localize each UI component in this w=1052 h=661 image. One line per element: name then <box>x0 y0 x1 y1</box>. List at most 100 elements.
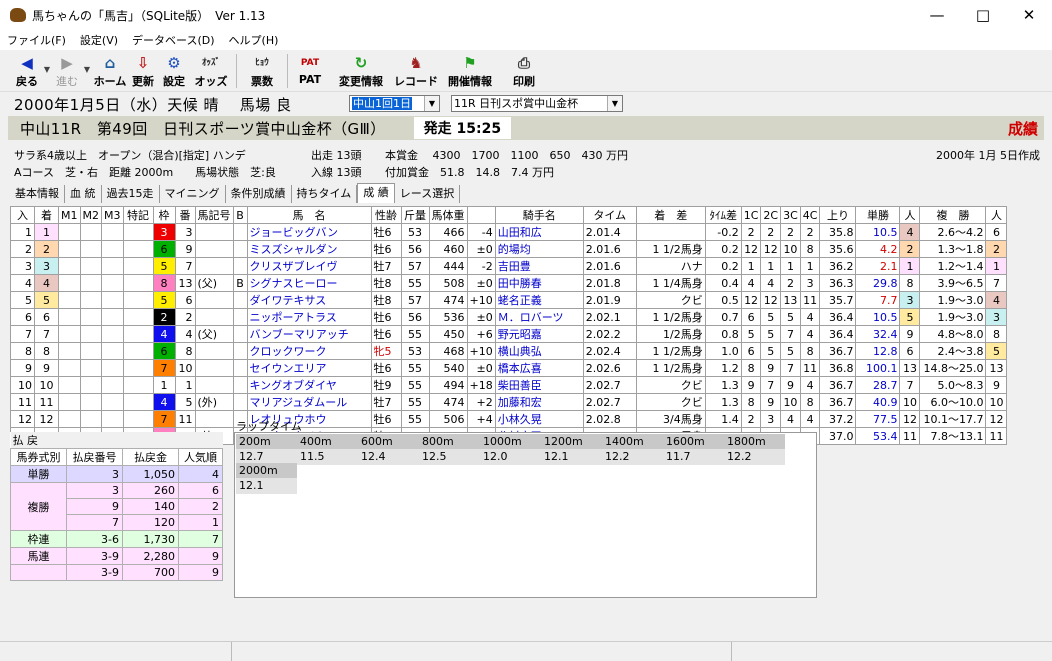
tab-race-select[interactable]: レース選択 <box>395 185 461 203</box>
horse-name: シグナスヒーロー <box>246 274 372 292</box>
sex-age: 牡7 <box>370 257 402 275</box>
home-button[interactable]: ⌂ ホーム <box>92 51 128 91</box>
back-button[interactable]: ◀ 戻る <box>12 51 42 91</box>
column-header[interactable]: M3 <box>101 206 124 224</box>
odds-icon: ｵｯｽﾞ <box>201 58 220 68</box>
tab-condition-results[interactable]: 条件別成績 <box>226 185 292 203</box>
column-header[interactable]: 複 勝 <box>919 206 987 224</box>
weight-carried: 55 <box>400 376 430 394</box>
table-row[interactable]: 2 2 6 9 ミスズシャルダン 牡6 56 460 ±0 的場均 2.01.6 1 1/2馬身 0.2… <box>10 240 1008 258</box>
votes-button[interactable]: ﾋｮｳ 票数 <box>241 51 283 91</box>
payout-row: 単勝 3 1,050 4 <box>10 465 223 483</box>
corner4: 8 <box>799 342 821 360</box>
race-select[interactable]: 11R 日刊スポ賞中山金杯 ▼ <box>451 95 623 112</box>
table-row[interactable]: 10 10 1 1 キングオブダイヤ 牡9 55 494 +18 柴田善臣 2.02.7 クビ 1.3 9… <box>10 376 1008 394</box>
body-weight: 506 <box>428 410 468 428</box>
column-header[interactable]: 人 <box>899 206 921 224</box>
column-header[interactable]: 性齢 <box>370 206 402 224</box>
table-row[interactable]: 9 9 7 10 セイウンエリア 牡6 55 540 ±0 橋本広喜 2.02.6 1 1/2馬身 1.… <box>10 359 1008 377</box>
table-row[interactable]: 4 4 8 13 (父) B シグナスヒーロー 牡8 55 508 ±0 田中勝春 2.01.8 1 1/… <box>10 274 1008 292</box>
table-row[interactable]: 11 11 4 5 (外) マリアジュダムール 牡7 55 474 +2 加藤和宏 2.02.7 クビ 1… <box>10 393 1008 411</box>
toolbar-separator <box>287 54 288 88</box>
close-button[interactable]: ✕ <box>1006 0 1052 30</box>
maximize-button[interactable]: □ <box>960 0 1006 30</box>
column-header[interactable]: タイム <box>582 206 637 224</box>
last-3f: 36.7 <box>819 376 857 394</box>
corner2: 9 <box>760 393 782 411</box>
column-header[interactable]: 3C <box>780 206 801 224</box>
corner3: 13 <box>780 291 801 309</box>
win-odds: 10.5 <box>855 308 901 326</box>
back-dropdown-icon[interactable]: ▼ <box>42 65 52 74</box>
column-header[interactable]: 人 <box>985 206 1008 224</box>
race-time: 2.01.4 <box>582 223 637 241</box>
column-header[interactable]: 1C <box>740 206 762 224</box>
change-info-button[interactable]: ↻ 変更情報 <box>332 51 390 91</box>
column-header[interactable]: 馬体重 <box>428 206 468 224</box>
payout-pay: 120 <box>122 514 179 531</box>
tab-results[interactable]: 成 績 <box>357 183 395 203</box>
kaisai-select[interactable]: 中山1回1日 ▼ <box>349 95 440 112</box>
entry-order: 10 <box>10 376 35 394</box>
update-button[interactable]: ⇩ 更新 <box>128 51 158 91</box>
horse-number: 6 <box>174 291 196 309</box>
place-popularity: 9 <box>985 376 1008 394</box>
menu-file[interactable]: ファイル(F) <box>0 32 73 48</box>
column-header[interactable]: 単勝 <box>855 206 901 224</box>
column-header[interactable]: 着 <box>34 206 59 224</box>
tab-pedigree[interactable]: 血 統 <box>65 185 102 203</box>
column-header[interactable]: 斤量 <box>400 206 430 224</box>
column-header[interactable]: 特記 <box>122 206 154 224</box>
win-popularity: 2 <box>899 240 921 258</box>
table-row[interactable]: 12 12 7 11 レオリュウホウ 牡6 55 506 +4 小林久晃 2.02.8 3/4馬身 1.… <box>10 410 1008 428</box>
forward-dropdown-icon[interactable]: ▼ <box>82 65 92 74</box>
column-header[interactable]: ﾀｲﾑ差 <box>704 206 742 224</box>
horse-symbol <box>194 240 234 258</box>
menu-help[interactable]: ヘルプ(H) <box>222 32 286 48</box>
menu-database[interactable]: データベース(D) <box>125 32 222 48</box>
column-header[interactable]: 馬記号 <box>194 206 234 224</box>
table-row[interactable]: 5 5 5 6 ダイワテキサス 牡8 57 474 +10 蛯名正義 2.01.9 クビ 0.5 12 12… <box>10 291 1008 309</box>
column-header[interactable]: 馬 名 <box>246 206 372 224</box>
print-button[interactable]: ⎙ 印刷 <box>504 51 544 91</box>
table-row[interactable]: 7 7 4 4 (父) バンブーマリアッチ 牡6 55 450 +6 野元昭嘉 2.02.2 1/2馬身… <box>10 325 1008 343</box>
column-header[interactable]: 4C <box>799 206 821 224</box>
tab-best-times[interactable]: 持ちタイム <box>292 185 358 203</box>
win-popularity: 1 <box>899 257 921 275</box>
column-header[interactable]: 番 <box>174 206 196 224</box>
column-header[interactable]: 着 差 <box>635 206 706 224</box>
payout-num: 7 <box>66 514 123 531</box>
column-header[interactable]: M2 <box>79 206 102 224</box>
column-header[interactable] <box>466 206 496 224</box>
record-button[interactable]: ♞ レコード <box>390 51 442 91</box>
waku-number: 4 <box>152 325 176 343</box>
column-header[interactable]: M1 <box>58 206 81 224</box>
column-header[interactable]: B <box>232 206 248 224</box>
table-row[interactable]: 3 3 5 7 クリスザブレイヴ 牡7 57 444 -2 吉田豊 2.01.6 ハナ 0.2 1 1 1 1 3… <box>10 257 1008 275</box>
finish-rank: 1 <box>34 223 59 241</box>
column-header[interactable]: 枠 <box>152 206 176 224</box>
place-popularity: 13 <box>985 359 1008 377</box>
tab-mining[interactable]: マイニング <box>160 185 226 203</box>
menu-settings[interactable]: 設定(V) <box>73 32 125 48</box>
race-time: 2.02.2 <box>582 325 637 343</box>
table-row[interactable]: 6 6 2 2 ニッポーアトラス 牡6 56 536 ±0 Ｍ．ロバーツ 2.02.1 1 1/2馬身… <box>10 308 1008 326</box>
column-header[interactable]: 上り <box>819 206 857 224</box>
kaisai-info-button[interactable]: ⚑ 開催情報 <box>442 51 498 91</box>
column-header[interactable]: 騎手名 <box>494 206 584 224</box>
table-row[interactable]: 8 8 6 8 クロックワーク 牝5 53 468 +10 横山典弘 2.02.4 1 1/2馬身 1.… <box>10 342 1008 360</box>
column-header[interactable]: 2C <box>760 206 782 224</box>
table-row[interactable]: 1 1 3 3 ジョービッグバン 牡6 53 466 -4 山田和広 2.01.4 -0.2 2 2 2 2 3… <box>10 223 1008 241</box>
corner2: 5 <box>760 308 782 326</box>
jockey-name: 山田和広 <box>494 223 584 241</box>
tab-basic-info[interactable]: 基本情報 <box>10 185 65 203</box>
tab-past-15[interactable]: 過去15走 <box>102 185 160 203</box>
horse-number: 10 <box>174 359 196 377</box>
settings-button[interactable]: ⚙ 設定 <box>158 51 190 91</box>
forward-button[interactable]: ▶ 進む <box>52 51 82 91</box>
jockey-name: 田中勝春 <box>494 274 584 292</box>
odds-button[interactable]: ｵｯｽﾞ オッズ <box>190 51 232 91</box>
minimize-button[interactable]: — <box>914 0 960 30</box>
pat-button[interactable]: PAT PAT <box>292 51 328 91</box>
column-header[interactable]: 入 <box>10 206 35 224</box>
